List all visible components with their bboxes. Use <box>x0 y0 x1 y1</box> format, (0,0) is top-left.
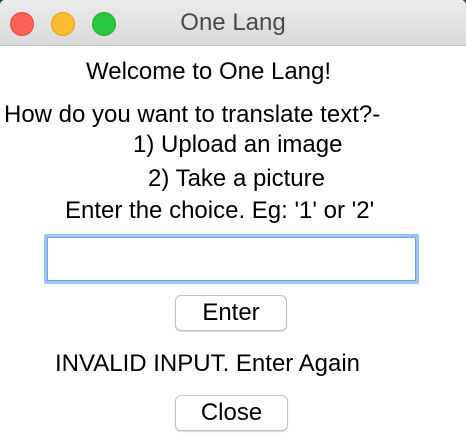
title-bar: One Lang <box>0 0 466 46</box>
app-window: One Lang Welcome to One Lang! How do you… <box>0 0 466 444</box>
option-upload-label: 1) Upload an image <box>133 131 343 158</box>
enter-button[interactable]: Enter <box>175 295 287 331</box>
window-title: One Lang <box>180 9 286 36</box>
question-label: How do you want to translate text?- <box>4 101 381 128</box>
status-message: INVALID INPUT. Enter Again <box>55 350 361 377</box>
choice-input[interactable] <box>44 234 419 284</box>
welcome-label: Welcome to One Lang! <box>86 58 332 85</box>
option-picture-label: 2) Take a picture <box>148 165 325 192</box>
choice-hint-label: Enter the choice. Eg: '1' or '2' <box>65 197 375 224</box>
close-button[interactable]: Close <box>175 395 288 431</box>
